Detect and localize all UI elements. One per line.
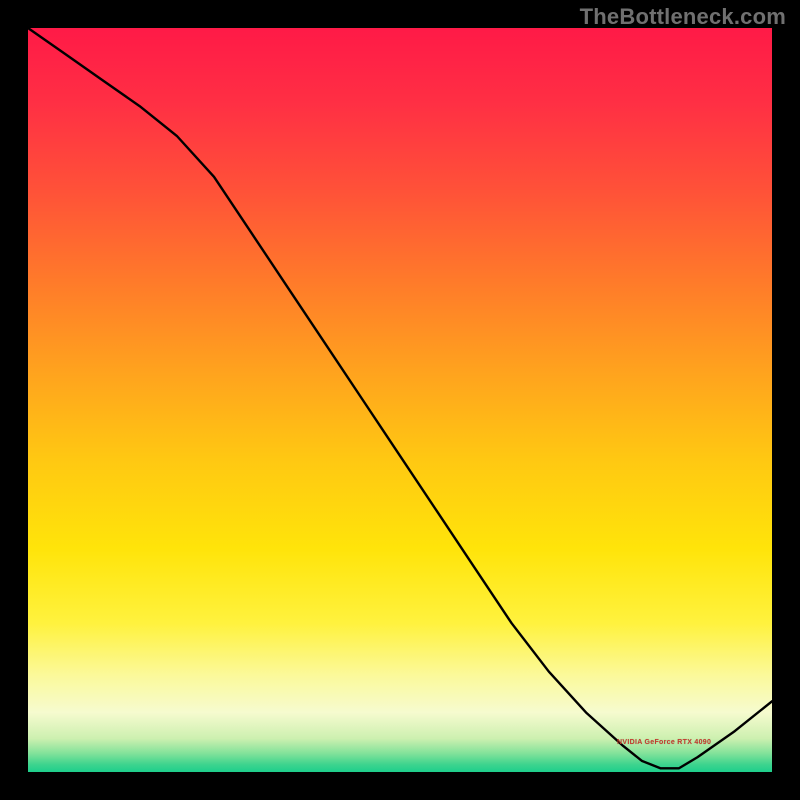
- min-point-label: NVIDIA GeForce RTX 4090: [617, 739, 711, 746]
- plot-area: [28, 28, 772, 772]
- gradient-bg: [28, 28, 772, 772]
- chart-svg: [28, 28, 772, 772]
- chart-frame: TheBottleneck.com NVIDIA GeForce RTX 409…: [0, 0, 800, 800]
- watermark: TheBottleneck.com: [580, 4, 786, 30]
